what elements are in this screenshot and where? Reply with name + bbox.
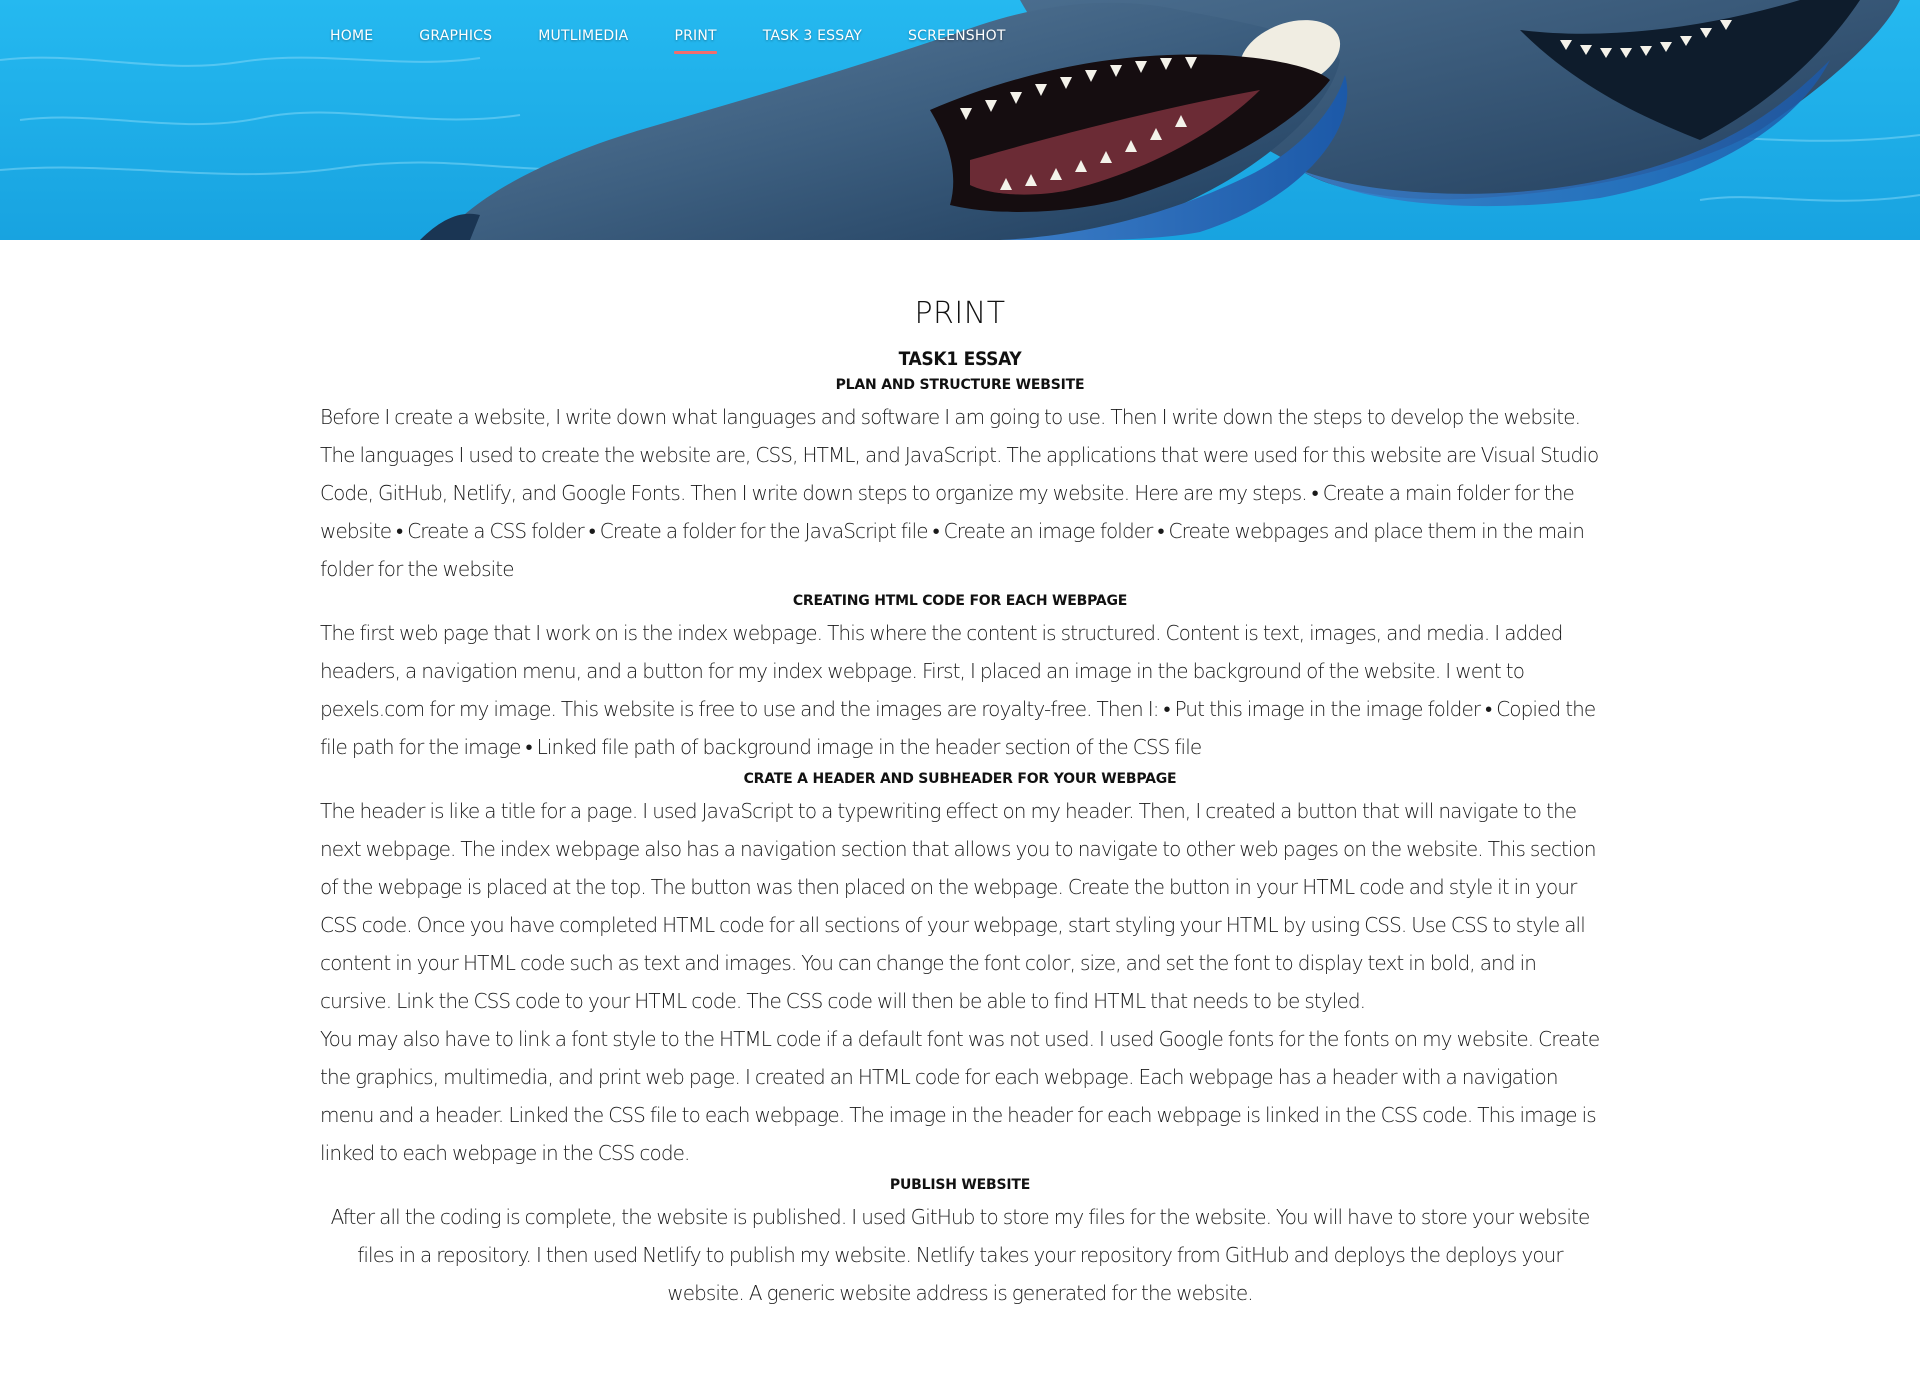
section-heading: PLAN AND STRUCTURE WEBSITE xyxy=(835,377,1085,393)
page-title: PRINT xyxy=(914,296,1006,331)
section-publish-website: PUBLISH WEBSITE After all the coding is … xyxy=(320,1172,1600,1312)
nav-multimedia[interactable]: MUTLIMEDIA xyxy=(538,28,628,54)
nav-task-3-essay[interactable]: TASK 3 ESSAY xyxy=(763,28,862,54)
section-heading: CREATING HTML CODE FOR EACH WEBPAGE xyxy=(792,593,1128,609)
section-paragraph: The first web page that I work on is the… xyxy=(320,621,1596,759)
essay-title: TASK1 ESSAY xyxy=(898,348,1022,370)
section-paragraph: After all the coding is complete, the we… xyxy=(330,1205,1591,1305)
header-hero: HOME GRAPHICS MUTLIMEDIA PRINT TASK 3 ES… xyxy=(0,0,1920,240)
nav-home[interactable]: HOME xyxy=(330,28,373,54)
nav-graphics[interactable]: GRAPHICS xyxy=(419,28,492,54)
section-heading: CRATE A HEADER AND SUBHEADER FOR YOUR WE… xyxy=(743,771,1177,787)
section-paragraph: You may also have to link a font style t… xyxy=(320,1027,1600,1165)
section-creating-html: CREATING HTML CODE FOR EACH WEBPAGE The … xyxy=(320,588,1600,766)
main-navigation: HOME GRAPHICS MUTLIMEDIA PRINT TASK 3 ES… xyxy=(330,28,1052,68)
section-header-subheader: CRATE A HEADER AND SUBHEADER FOR YOUR WE… xyxy=(320,766,1600,1172)
main-content: PRINT TASK1 ESSAY PLAN AND STRUCTURE WEB… xyxy=(320,240,1600,1312)
nav-print[interactable]: PRINT xyxy=(674,28,718,54)
section-plan-structure: PLAN AND STRUCTURE WEBSITE Before I crea… xyxy=(320,372,1600,588)
nav-screenshot[interactable]: SCREENSHOT xyxy=(908,28,1006,54)
section-paragraph: The header is like a title for a page. I… xyxy=(320,799,1597,1013)
section-heading: PUBLISH WEBSITE xyxy=(889,1177,1031,1193)
section-paragraph: Before I create a website, I write down … xyxy=(320,405,1599,581)
